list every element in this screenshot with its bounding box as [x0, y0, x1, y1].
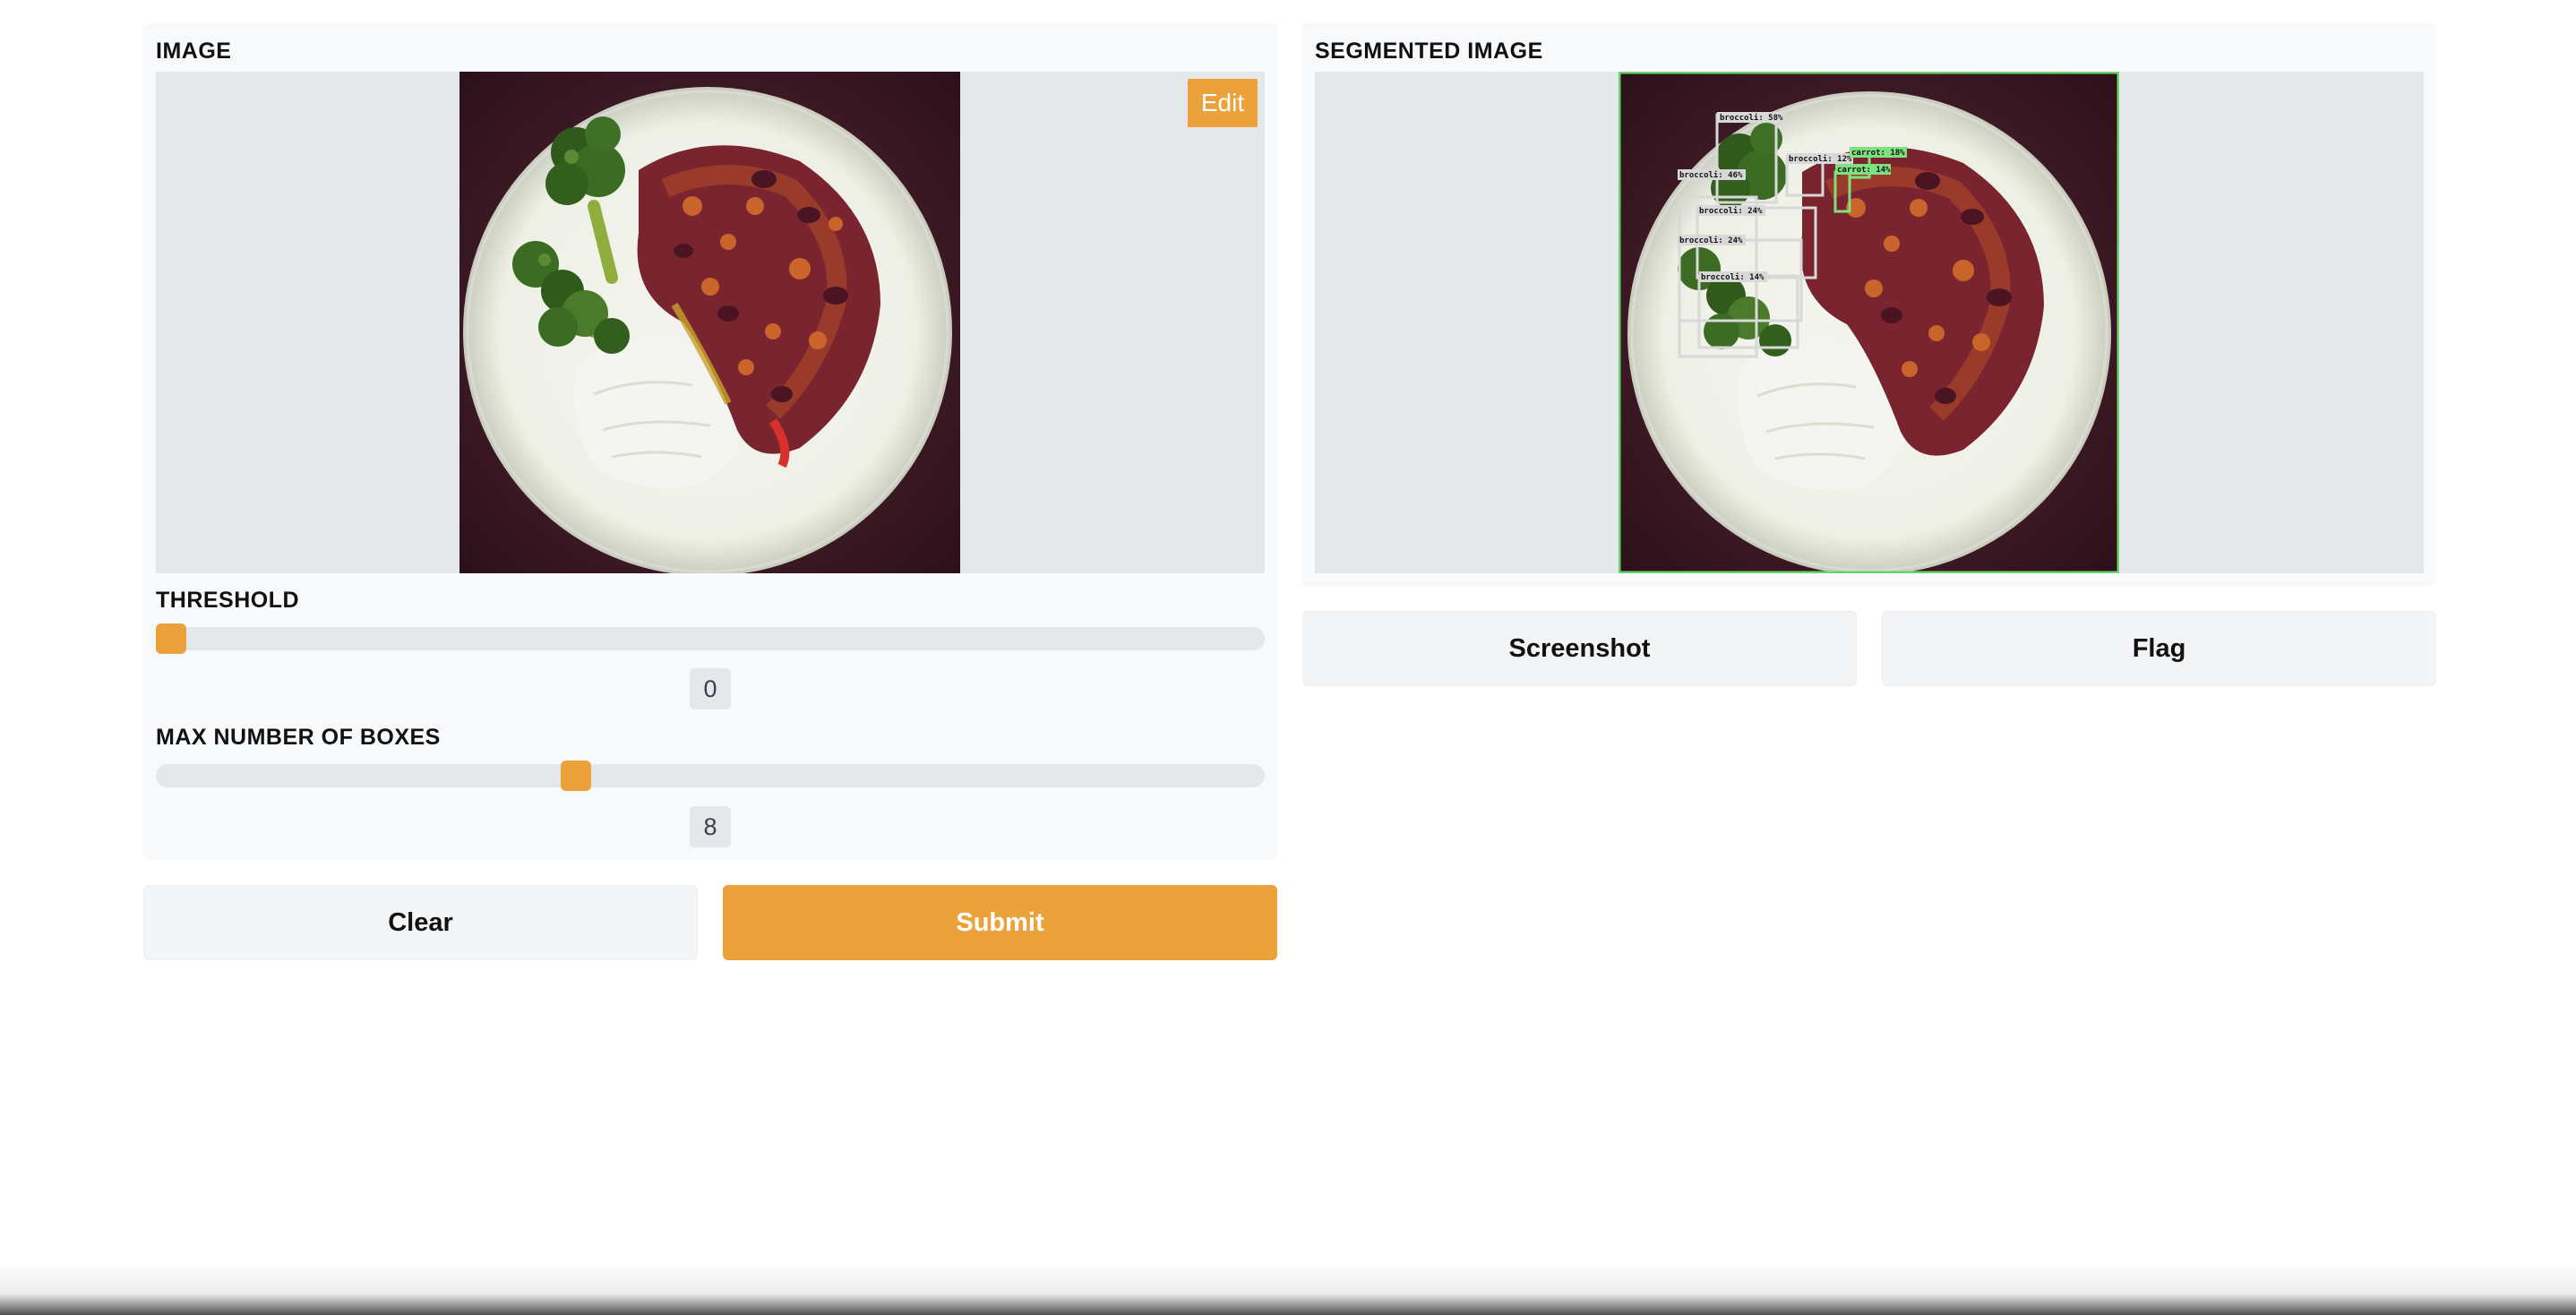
threshold-slider-thumb[interactable]: [156, 623, 186, 654]
detection-label: broccoli: 24%: [1679, 236, 1743, 245]
detection-label: carrot: 14%: [1837, 166, 1891, 175]
detection-label: broccoli: 14%: [1701, 272, 1765, 282]
clear-button[interactable]: Clear: [143, 885, 698, 960]
detection-label: broccoli: 24%: [1699, 206, 1763, 216]
flag-button[interactable]: Flag: [1882, 611, 2436, 686]
window-bottom-edge: [0, 1261, 2576, 1315]
input-food-image: [459, 72, 960, 573]
detection-label: broccoli: 46%: [1679, 170, 1743, 180]
max-boxes-value[interactable]: 8: [690, 806, 731, 847]
image-label: IMAGE: [156, 39, 232, 64]
max-boxes-slider[interactable]: [156, 761, 1265, 791]
detection-label: broccoli: 58%: [1720, 113, 1783, 123]
screenshot-button[interactable]: Screenshot: [1302, 611, 1857, 686]
image-input-area[interactable]: Edit: [156, 72, 1265, 573]
detection-label: carrot: 18%: [1851, 149, 1905, 158]
threshold-value[interactable]: 0: [690, 668, 731, 709]
max-boxes-slider-thumb[interactable]: [560, 761, 591, 791]
segmented-image-area: broccoli: 58% broccoli: 12% carrot: 18% …: [1315, 72, 2424, 573]
threshold-label: THRESHOLD: [156, 588, 300, 613]
segmented-image-label: SEGMENTED IMAGE: [1315, 39, 1543, 64]
threshold-slider[interactable]: [156, 623, 1265, 654]
max-boxes-label: MAX NUMBER OF BOXES: [156, 725, 441, 750]
segmented-food-image: broccoli: 58% broccoli: 12% carrot: 18% …: [1619, 72, 2119, 573]
submit-button[interactable]: Submit: [723, 885, 1277, 960]
output-panel: SEGMENTED IMAGE broccoli: 58% broccoli: …: [1302, 23, 2436, 586]
detection-label: broccoli: 12%: [1789, 154, 1852, 164]
edit-button[interactable]: Edit: [1188, 79, 1258, 127]
input-panel: IMAGE Edit THRESHOLD 0 MAX NUMBER OF BOX…: [143, 23, 1277, 860]
